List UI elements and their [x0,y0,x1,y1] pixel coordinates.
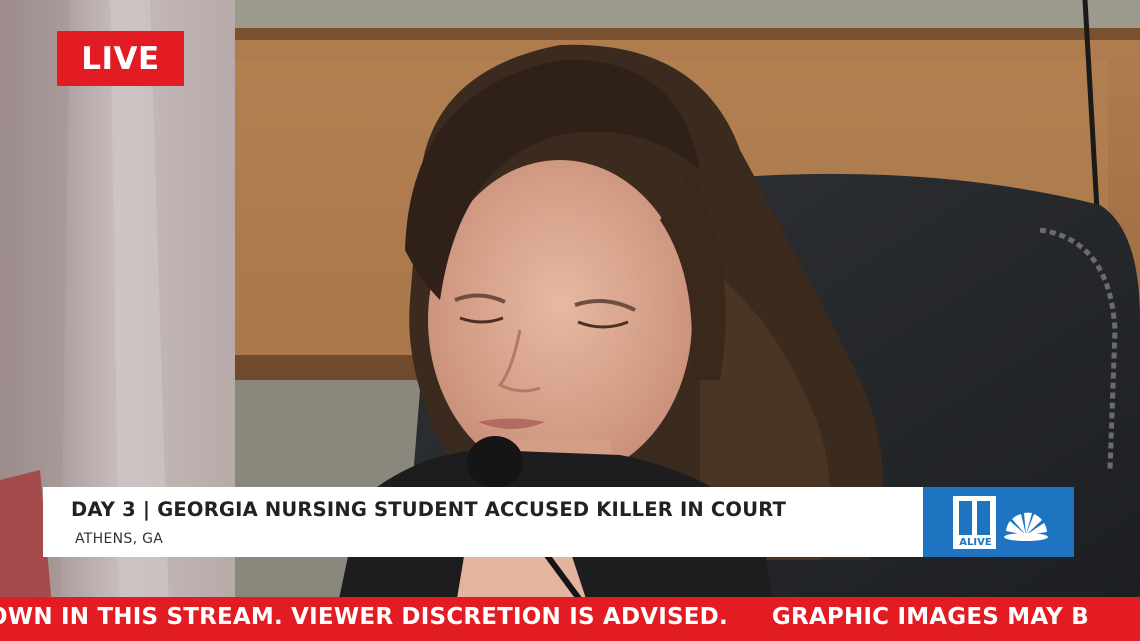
news-ticker: OWN IN THIS STREAM. VIEWER DISCRETION IS… [0,597,1140,641]
ticker-segment: OWN IN THIS STREAM. VIEWER DISCRETION IS… [0,604,728,630]
lower-third-banner: DAY 3 | GEORGIA NURSING STUDENT ACCUSED … [43,487,923,557]
location-label: ATHENS, GA [75,531,164,547]
live-badge: LIVE [57,31,184,86]
live-label: LIVE [81,40,160,77]
ticker-text: OWN IN THIS STREAM. VIEWER DISCRETION IS… [0,604,1133,630]
11alive-logo-icon [953,496,1048,549]
ticker-segment: GRAPHIC IMAGES MAY B [771,604,1089,630]
headline: DAY 3 | GEORGIA NURSING STUDENT ACCUSED … [71,498,787,521]
logo-text: ALIVE [959,537,992,548]
station-logo: ALIVE [923,487,1074,557]
